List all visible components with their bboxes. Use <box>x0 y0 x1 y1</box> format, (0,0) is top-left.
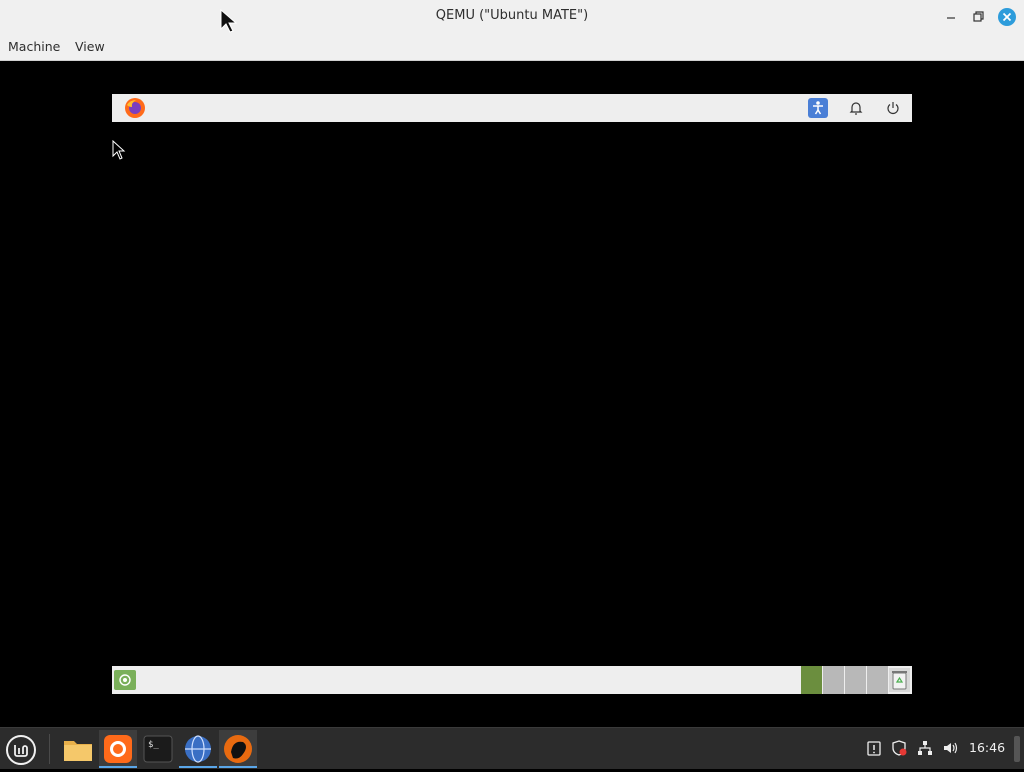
guest-mouse-pointer-icon <box>112 139 126 164</box>
taskbar-app-firefox[interactable] <box>99 730 137 768</box>
window-titlebar[interactable]: QEMU ("Ubuntu MATE") <box>0 0 1024 34</box>
trash-icon[interactable] <box>889 668 910 692</box>
workspace-4[interactable] <box>867 666 888 694</box>
workspace-2[interactable] <box>823 666 844 694</box>
terminal-icon: $_ <box>143 735 173 763</box>
clock[interactable]: 16:46 <box>969 740 1005 755</box>
shield-icon[interactable] <box>890 739 908 757</box>
menu-view[interactable]: View <box>75 39 105 54</box>
taskbar-app-network[interactable] <box>179 730 217 768</box>
menu-machine[interactable]: Machine <box>8 39 60 54</box>
show-desktop-button[interactable] <box>1014 736 1020 762</box>
menubar: Machine View <box>0 34 1024 61</box>
qemu-icon <box>224 735 252 763</box>
window-title: QEMU ("Ubuntu MATE") <box>435 8 589 23</box>
firefox-icon[interactable] <box>124 97 146 119</box>
accessibility-icon[interactable] <box>808 98 828 118</box>
mint-menu-icon[interactable] <box>5 734 37 766</box>
bell-icon[interactable] <box>846 98 866 118</box>
taskbar-app-files[interactable] <box>59 730 97 768</box>
guest-bottom-panel <box>112 666 912 694</box>
host-mouse-pointer-icon <box>220 8 238 37</box>
guest-top-panel <box>112 94 912 122</box>
firefox-icon <box>104 735 132 763</box>
restore-icon <box>973 11 984 22</box>
volume-icon[interactable] <box>942 739 960 757</box>
close-icon <box>998 8 1016 26</box>
workspace-1[interactable] <box>801 666 822 694</box>
workspace-3[interactable] <box>845 666 866 694</box>
vm-display[interactable] <box>0 61 1024 727</box>
power-icon[interactable] <box>883 98 903 118</box>
update-manager-icon[interactable] <box>865 739 883 757</box>
close-button[interactable] <box>997 7 1017 27</box>
minimize-icon <box>947 17 955 19</box>
network-icon[interactable] <box>916 739 934 757</box>
folder-icon <box>64 741 92 761</box>
network-globe-icon <box>185 735 211 763</box>
taskbar-separator <box>49 734 50 764</box>
taskbar: $_ 16:46 <box>0 727 1024 769</box>
maximize-button[interactable] <box>968 7 988 27</box>
show-desktop-icon[interactable] <box>114 670 136 690</box>
svg-text:$_: $_ <box>148 740 159 750</box>
taskbar-app-terminal[interactable]: $_ <box>139 730 177 768</box>
minimize-button[interactable] <box>941 7 961 27</box>
taskbar-app-qemu[interactable] <box>219 730 257 768</box>
